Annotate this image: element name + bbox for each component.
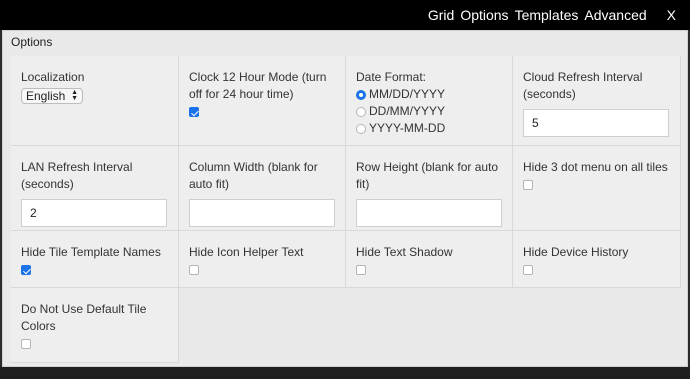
- hide-template-names-cell: Hide Tile Template Names: [11, 231, 179, 288]
- row-height-cell: Row Height (blank for auto fit): [346, 146, 513, 231]
- date-format-label: Date Format:: [356, 70, 427, 84]
- hide-template-names-label: Hide Tile Template Names: [21, 245, 161, 259]
- cloud-refresh-cell: Cloud Refresh Interval (seconds): [513, 56, 681, 146]
- localization-cell: Localization English ▲ ▼: [11, 56, 179, 146]
- hide-text-shadow-label: Hide Text Shadow: [356, 245, 453, 259]
- lan-refresh-label: LAN Refresh Interval (seconds): [21, 160, 133, 191]
- cloud-refresh-label: Cloud Refresh Interval (seconds): [523, 70, 643, 101]
- options-dialog: Options Localization English ▲ ▼ Clock 12…: [2, 30, 688, 367]
- top-bar: Grid Options Templates Advanced X: [0, 0, 690, 30]
- background-strip: [0, 367, 690, 379]
- hide-icon-helper-checkbox[interactable]: [189, 265, 199, 275]
- date-format-option-label: MM/DD/YYYY: [369, 87, 446, 101]
- no-default-colors-checkbox[interactable]: [21, 339, 31, 349]
- localization-label: Localization: [21, 70, 85, 84]
- hide-device-history-checkbox[interactable]: [523, 265, 533, 275]
- hide-3dot-cell: Hide 3 dot menu on all tiles: [513, 146, 681, 231]
- column-width-label: Column Width (blank for auto fit): [189, 160, 318, 191]
- radio-selected-icon: [356, 89, 366, 100]
- column-width-cell: Column Width (blank for auto fit): [179, 146, 346, 231]
- nav-grid[interactable]: Grid: [428, 7, 454, 23]
- clock-cell: Clock 12 Hour Mode (turn off for 24 hour…: [179, 56, 346, 146]
- clock-label: Clock 12 Hour Mode (turn off for 24 hour…: [189, 70, 327, 101]
- localization-select[interactable]: English ▲ ▼: [21, 88, 83, 104]
- top-nav: Grid Options Templates Advanced X: [428, 7, 676, 23]
- hide-icon-helper-label: Hide Icon Helper Text: [189, 245, 304, 259]
- hide-3dot-label: Hide 3 dot menu on all tiles: [523, 160, 668, 174]
- radio-icon: [356, 123, 366, 134]
- radio-icon: [356, 106, 366, 117]
- hide-device-history-label: Hide Device History: [523, 245, 629, 259]
- localization-value: English: [26, 88, 66, 103]
- nav-options[interactable]: Options: [460, 7, 508, 23]
- hide-3dot-checkbox[interactable]: [523, 180, 533, 190]
- select-arrows-icon: ▲ ▼: [71, 89, 78, 102]
- nav-templates[interactable]: Templates: [515, 7, 579, 23]
- lan-refresh-cell: LAN Refresh Interval (seconds): [11, 146, 179, 231]
- row-height-label: Row Height (blank for auto fit): [356, 160, 499, 191]
- date-format-cell: Date Format: MM/DD/YYYY DD/MM/YYYY YYYY-…: [346, 56, 513, 146]
- hide-text-shadow-checkbox[interactable]: [356, 265, 366, 275]
- cloud-refresh-input[interactable]: [523, 109, 669, 137]
- close-button[interactable]: X: [667, 7, 676, 23]
- date-format-option-2[interactable]: DD/MM/YYYY: [356, 103, 502, 120]
- no-default-colors-label: Do Not Use Default Tile Colors: [21, 302, 147, 333]
- lan-refresh-input[interactable]: [21, 199, 167, 227]
- row-height-input[interactable]: [356, 199, 502, 227]
- hide-text-shadow-cell: Hide Text Shadow: [346, 231, 513, 288]
- date-format-option-label: DD/MM/YYYY: [369, 104, 446, 118]
- no-default-colors-cell: Do Not Use Default Tile Colors: [11, 288, 179, 363]
- dialog-title: Options: [11, 35, 53, 49]
- clock-checkbox[interactable]: [189, 107, 199, 117]
- hide-device-history-cell: Hide Device History: [513, 231, 681, 288]
- date-format-option-3[interactable]: YYYY-MM-DD: [356, 120, 502, 137]
- date-format-option-label: YYYY-MM-DD: [369, 121, 446, 135]
- date-format-option-1[interactable]: MM/DD/YYYY: [356, 86, 502, 103]
- hide-template-names-checkbox[interactable]: [21, 265, 31, 275]
- hide-icon-helper-cell: Hide Icon Helper Text: [179, 231, 346, 288]
- column-width-input[interactable]: [189, 199, 335, 227]
- nav-advanced[interactable]: Advanced: [584, 7, 646, 23]
